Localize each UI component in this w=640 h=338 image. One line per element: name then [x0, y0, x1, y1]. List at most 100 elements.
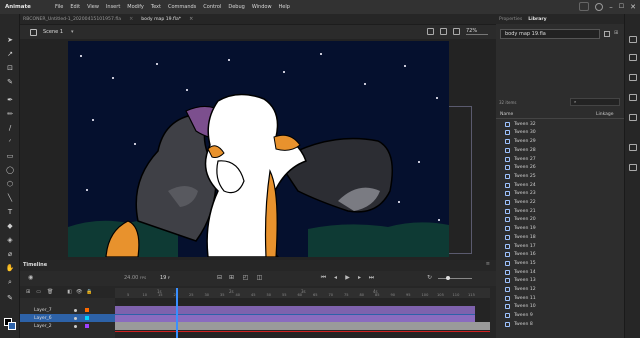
- close-tab-icon[interactable]: ×: [129, 16, 133, 22]
- library-item[interactable]: Tween 27: [496, 155, 624, 164]
- layer-row[interactable]: Layer_2: [20, 322, 115, 330]
- help-search-icon[interactable]: [595, 2, 604, 11]
- scene-label[interactable]: Scene 1: [43, 29, 63, 35]
- center-stage-icon[interactable]: [440, 28, 447, 35]
- snap-icon[interactable]: [427, 28, 434, 35]
- visibility-icon[interactable]: 👁: [76, 289, 82, 295]
- library-item[interactable]: Tween 16: [496, 251, 624, 260]
- loop-icon[interactable]: ⊞: [228, 275, 235, 281]
- color-panel-icon[interactable]: [629, 36, 637, 43]
- tab-library[interactable]: Library: [528, 17, 546, 22]
- workspace-icon[interactable]: [579, 2, 590, 11]
- new-folder-icon[interactable]: ▭: [36, 289, 41, 295]
- rectangle-tool-icon[interactable]: ▭: [5, 152, 15, 160]
- menu-view[interactable]: View: [87, 4, 99, 10]
- components-icon[interactable]: [629, 144, 637, 151]
- stroke-color-icon[interactable]: ✎: [5, 294, 15, 302]
- library-item[interactable]: Tween 14: [496, 268, 624, 277]
- menu-control[interactable]: Control: [203, 4, 221, 10]
- pen-tool-icon[interactable]: ✒: [5, 96, 15, 104]
- menu-insert[interactable]: Insert: [106, 4, 120, 10]
- playhead[interactable]: [176, 288, 178, 338]
- library-item[interactable]: Tween 21: [496, 207, 624, 216]
- layer-name[interactable]: Layer_7: [34, 308, 68, 313]
- minimize-icon[interactable]: –: [609, 3, 613, 11]
- library-item[interactable]: Tween 20: [496, 216, 624, 225]
- library-item[interactable]: Tween 19: [496, 224, 624, 233]
- layer-row-selected[interactable]: Layer_6: [20, 314, 115, 322]
- new-layer-icon[interactable]: ⊞: [26, 289, 30, 295]
- library-item[interactable]: Tween 15: [496, 259, 624, 268]
- menu-commands[interactable]: Commands: [168, 4, 196, 10]
- close-tab-icon[interactable]: ×: [189, 16, 193, 22]
- center-frame-icon[interactable]: ⊟: [216, 275, 223, 281]
- oval-tool-icon[interactable]: ◯: [5, 166, 15, 174]
- menu-debug[interactable]: Debug: [228, 4, 244, 10]
- paint-bucket-icon[interactable]: ◈: [5, 236, 15, 244]
- library-item[interactable]: Tween 22: [496, 198, 624, 207]
- chevron-down-icon[interactable]: ▾: [71, 29, 74, 35]
- tab-document-2[interactable]: body map 19.fla*: [141, 17, 181, 22]
- motion-presets-icon[interactable]: [629, 164, 637, 171]
- maximize-icon[interactable]: ☐: [619, 3, 624, 10]
- library-item[interactable]: Tween 8: [496, 320, 624, 329]
- library-document-select[interactable]: body map 19.fla: [500, 29, 600, 39]
- stage[interactable]: [68, 41, 449, 258]
- pencil-tool-icon[interactable]: ✏: [5, 110, 15, 118]
- layer-row[interactable]: Layer_7: [20, 306, 115, 314]
- library-item[interactable]: Tween 10: [496, 303, 624, 312]
- visibility-dot[interactable]: [74, 324, 77, 328]
- fill-swatch[interactable]: [8, 322, 16, 330]
- visibility-dot[interactable]: [74, 308, 77, 312]
- loop-toggle-icon[interactable]: ↻: [426, 275, 433, 281]
- text-tool-icon[interactable]: T: [5, 208, 15, 216]
- subselection-tool-icon[interactable]: ↗: [5, 50, 15, 58]
- library-search-input[interactable]: ⌕: [570, 98, 620, 106]
- frame-span-layer-2[interactable]: [115, 322, 490, 330]
- library-item[interactable]: Tween 11: [496, 294, 624, 303]
- polystar-icon[interactable]: ⬡: [5, 180, 15, 188]
- library-item[interactable]: Tween 30: [496, 129, 624, 138]
- eyedropper-icon[interactable]: ⌀: [5, 250, 15, 258]
- pin-icon[interactable]: [604, 31, 610, 37]
- timeline-title[interactable]: Timeline: [23, 262, 47, 268]
- align-icon[interactable]: [629, 74, 637, 81]
- zoom-value[interactable]: 72%: [466, 28, 488, 35]
- library-item[interactable]: Tween 24: [496, 181, 624, 190]
- menu-edit[interactable]: Edit: [70, 4, 80, 10]
- close-icon[interactable]: ✕: [630, 3, 636, 11]
- zoom-tool-icon[interactable]: ⌕: [5, 278, 15, 286]
- selection-tool-icon[interactable]: ➤: [5, 36, 15, 44]
- hand-tool-icon[interactable]: ✋: [5, 264, 15, 272]
- first-frame-icon[interactable]: ⏮: [320, 275, 327, 281]
- eraser-tool-icon[interactable]: ◆: [5, 222, 15, 230]
- library-item[interactable]: Tween 17: [496, 242, 624, 251]
- tab-properties[interactable]: Properties: [499, 17, 522, 22]
- layers-icon[interactable]: ◉: [28, 274, 33, 281]
- library-item[interactable]: Tween 18: [496, 233, 624, 242]
- fps-value[interactable]: 24.00 FPS: [124, 275, 146, 281]
- column-name[interactable]: Name: [500, 112, 513, 117]
- menu-help[interactable]: Help: [279, 4, 290, 10]
- library-item[interactable]: Tween 13: [496, 277, 624, 286]
- library-item[interactable]: Tween 12: [496, 285, 624, 294]
- lock-icon[interactable]: 🔒: [86, 289, 92, 295]
- highlight-icon[interactable]: ◧: [67, 289, 72, 295]
- paint-brush-icon[interactable]: ᐟ: [5, 138, 15, 146]
- library-item[interactable]: Tween 29: [496, 137, 624, 146]
- edit-multiple-icon[interactable]: ◫: [256, 275, 263, 281]
- free-transform-icon[interactable]: ⊡: [5, 64, 15, 72]
- tween-span-layer-7[interactable]: [115, 306, 475, 314]
- column-linkage[interactable]: Linkage: [596, 112, 614, 117]
- tab-document-1[interactable]: RBCONER_Untitled-1_20200415101957.fla: [23, 17, 121, 22]
- library-item[interactable]: Tween 25: [496, 172, 624, 181]
- tween-span-layer-6[interactable]: [115, 314, 475, 322]
- library-item[interactable]: Tween 23: [496, 190, 624, 199]
- frame-tracks[interactable]: [115, 298, 490, 338]
- brush-tool-icon[interactable]: /: [5, 124, 15, 132]
- layer-name[interactable]: Layer_2: [34, 324, 68, 329]
- onion-skin-icon[interactable]: ◰: [242, 275, 249, 281]
- menu-text[interactable]: Text: [151, 4, 161, 10]
- menu-modify[interactable]: Modify: [127, 4, 144, 10]
- library-item[interactable]: Tween 32: [496, 120, 624, 129]
